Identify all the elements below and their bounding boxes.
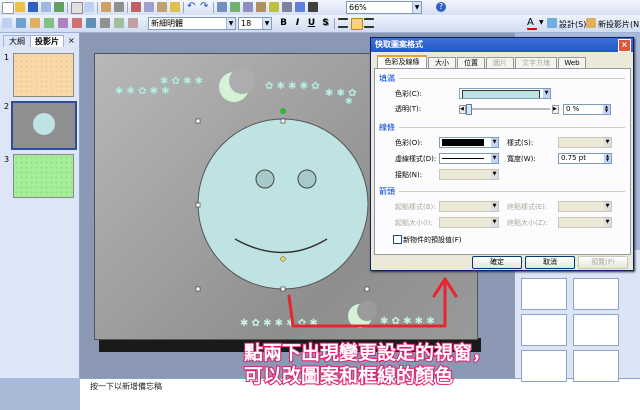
annotation-line-2: 可以改圖案和框線的顏色: [243, 364, 454, 388]
annotation-line-1: 點兩下出現變更設定的視窗，: [243, 341, 492, 365]
annotation-text: 點兩下出現變更設定的視窗， 可以改圖案和框線的顏色: [243, 341, 639, 408]
